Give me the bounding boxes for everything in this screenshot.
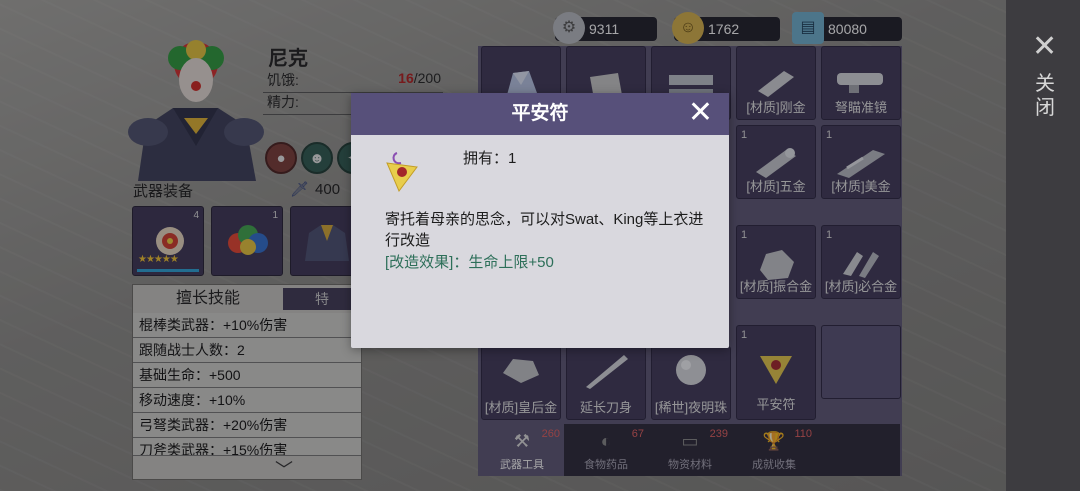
amulet-icon (386, 152, 418, 192)
dialog-header: 平安符 ✕ (351, 93, 729, 135)
owned-count: 拥有：1 (463, 150, 517, 167)
dialog-close-icon[interactable]: ✕ (688, 98, 713, 128)
close-label[interactable]: 关闭 (1032, 72, 1058, 120)
close-icon[interactable]: ✕ (1032, 32, 1057, 62)
item-detail-dialog: 平安符 ✕ 拥有：1 寄托着母亲的思念，可以对Swat、King等上衣进行改造 … (351, 93, 729, 348)
dialog-title: 平安符 (511, 103, 569, 124)
item-description: 寄托着母亲的思念，可以对Swat、King等上衣进行改造 (385, 211, 704, 249)
item-effect: [改造效果]：生命上限+50 (385, 254, 554, 271)
